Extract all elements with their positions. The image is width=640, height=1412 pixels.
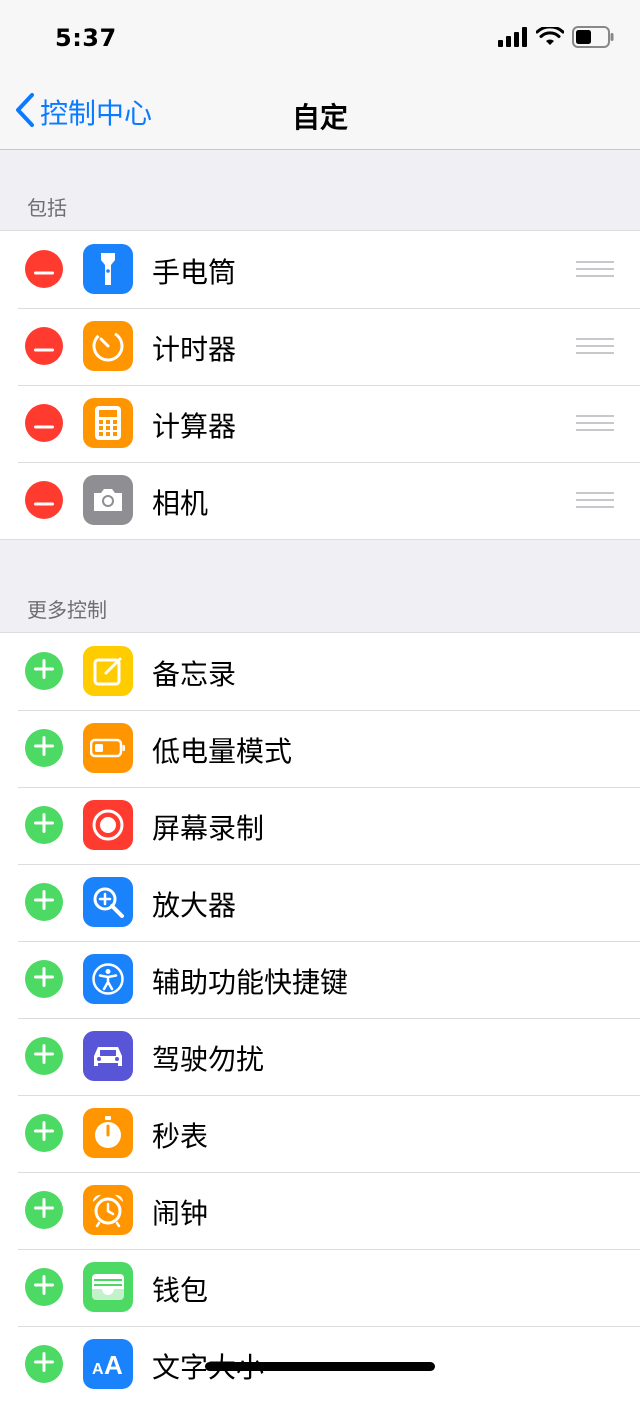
plus-icon [34,1044,54,1068]
plus-icon [34,659,54,683]
wallet-icon [83,1262,133,1312]
text-size-icon: AA [83,1339,133,1389]
accessibility-icon [83,954,133,1004]
status-icons [498,25,614,52]
add-button[interactable] [25,652,63,690]
list-item: 放大器 [0,864,640,941]
signal-icon [498,27,528,51]
add-button[interactable] [25,1114,63,1152]
list-item: 秒表 [0,1095,640,1172]
list-item: 钱包 [0,1249,640,1326]
magnifier-icon [83,877,133,927]
minus-icon [34,414,54,433]
item-label: 钱包 [152,1274,209,1307]
home-indicator[interactable] [205,1362,435,1371]
item-label: 低电量模式 [152,735,293,768]
add-button[interactable] [25,806,63,844]
page-title: 自定 [291,101,348,134]
remove-button[interactable] [25,250,63,288]
item-label: 计算器 [152,410,237,443]
reorder-handle[interactable] [576,492,614,508]
item-label: 放大器 [152,889,237,922]
item-label: 屏幕录制 [152,812,265,845]
item-label: 计时器 [152,333,237,366]
add-button[interactable] [25,1191,63,1229]
item-label: 辅助功能快捷键 [152,966,349,999]
svg-text:A: A [104,1350,123,1378]
item-label: 秒表 [152,1120,209,1153]
item-label: 备忘录 [152,658,237,691]
list-item: 辅助功能快捷键 [0,941,640,1018]
list-item: 相机 [0,462,640,539]
remove-button[interactable] [25,327,63,365]
status-time: 5:37 [55,24,117,52]
plus-icon [34,890,54,914]
item-label: 驾驶勿扰 [152,1043,265,1076]
plus-icon [34,736,54,760]
camera-icon [83,475,133,525]
low-power-icon [83,723,133,773]
svg-text:A: A [92,1361,104,1378]
add-button[interactable] [25,960,63,998]
plus-icon [34,1121,54,1145]
minus-icon [34,337,54,356]
item-label: 手电筒 [152,256,237,289]
section-header-more: 更多控制 [27,598,107,622]
calculator-icon [83,398,133,448]
reorder-handle[interactable] [576,338,614,354]
flashlight-icon [83,244,133,294]
add-button[interactable] [25,883,63,921]
list-item: 驾驶勿扰 [0,1018,640,1095]
remove-button[interactable] [25,404,63,442]
wifi-icon [535,25,565,51]
add-button[interactable] [25,1345,63,1383]
item-label: 闹钟 [152,1197,209,1230]
add-button[interactable] [25,1037,63,1075]
reorder-handle[interactable] [576,415,614,431]
list-item: 低电量模式 [0,710,640,787]
plus-icon [34,1198,54,1222]
screen-record-icon [83,800,133,850]
add-button[interactable] [25,1268,63,1306]
list-item: 计时器 [0,308,640,385]
plus-icon [34,967,54,991]
plus-icon [34,1352,54,1376]
included-list: 手电筒 计时器 计算器 相机 [0,230,640,540]
battery-icon [572,26,614,52]
timer-icon [83,321,133,371]
add-button[interactable] [25,729,63,767]
item-label: 相机 [152,487,209,520]
list-item: 计算器 [0,385,640,462]
list-item: 屏幕录制 [0,787,640,864]
minus-icon [34,491,54,510]
more-controls-list: 备忘录 低电量模式 屏幕录制 放大器 辅助功能快捷键 驾驶勿扰 秒表 闹钟 钱包… [0,632,640,1412]
list-item: 闹钟 [0,1172,640,1249]
section-header-included: 包括 [27,196,67,220]
navigation-bar: 控制中心 自定 [0,80,640,150]
alarm-icon [83,1185,133,1235]
list-item: 备忘录 [0,633,640,710]
minus-icon [34,260,54,279]
car-icon [83,1031,133,1081]
list-item: 手电筒 [0,231,640,308]
status-bar: 5:37 [0,0,640,80]
plus-icon [34,813,54,837]
plus-icon [34,1275,54,1299]
remove-button[interactable] [25,481,63,519]
stopwatch-icon [83,1108,133,1158]
notes-icon [83,646,133,696]
reorder-handle[interactable] [576,261,614,277]
